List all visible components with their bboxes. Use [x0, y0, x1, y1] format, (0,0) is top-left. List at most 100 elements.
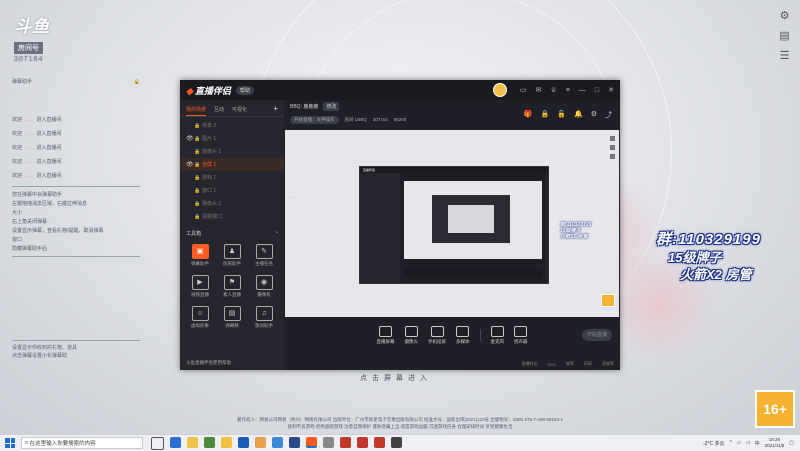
- bell-icon[interactable]: 🔔: [574, 110, 583, 120]
- tool-item[interactable]: ▶ 视频直播: [184, 275, 216, 298]
- settings-icon[interactable]: ⚙: [591, 110, 597, 120]
- tool-item[interactable]: ☺ 虚拟形象: [184, 306, 216, 329]
- control-3[interactable]: 多媒体: [456, 325, 470, 345]
- lock-icon[interactable]: 🔒: [194, 201, 202, 207]
- tool-item[interactable]: ▤ 弹幕精: [216, 306, 248, 329]
- control-label: 直播屏幕: [376, 338, 395, 344]
- control-4[interactable]: 麦克风: [491, 325, 504, 345]
- weather-text[interactable]: -2°C 多云: [703, 440, 724, 447]
- task-view-icon[interactable]: [151, 436, 164, 450]
- chat-username[interactable]: ......: [25, 172, 33, 180]
- browser-icon[interactable]: [170, 436, 181, 448]
- add-icon[interactable]: +: [273, 105, 278, 116]
- taskbar-search[interactable]: ⌕ 在这里输入你要搜索的内容: [21, 437, 143, 449]
- app-icon[interactable]: [374, 436, 385, 448]
- live-category[interactable]: 开始直播：大神操作: [290, 115, 339, 124]
- input-method[interactable]: 中: [755, 440, 760, 447]
- scene-item[interactable]: 👁 🔒 图片 1: [180, 132, 284, 145]
- scene-item[interactable]: 🔒 摄像头 2: [180, 197, 284, 210]
- lock-icon[interactable]: 🔒: [194, 123, 202, 129]
- lock-icon[interactable]: 🔒: [194, 136, 202, 142]
- notification-icon[interactable]: ▢: [789, 440, 794, 446]
- footer-notice: 设置显示你收到的礼物、道具: [12, 345, 78, 351]
- scene-item[interactable]: 👁 🔒 全屏 1: [180, 158, 284, 171]
- minimize-icon[interactable]: —: [579, 87, 586, 94]
- scene-item[interactable]: 🔒 场景 2: [180, 119, 284, 132]
- lock-icon[interactable]: 🔒: [194, 214, 202, 220]
- danmu-panel[interactable]: 弹幕助手 🔒 欢迎...... 进入直播间 欢迎...... 进入直播间 欢迎.....…: [12, 78, 140, 260]
- preview-banner: 群:110329199 15级牌子 火箭X2 房管: [560, 222, 591, 240]
- lock-icon[interactable]: 🔒: [134, 78, 140, 86]
- tray-arrow-icon[interactable]: ^: [729, 440, 731, 446]
- id-card-icon[interactable]: ▤: [778, 30, 791, 43]
- chat-username[interactable]: ......: [25, 144, 33, 152]
- app-icon[interactable]: [204, 436, 215, 448]
- tool-item[interactable]: ⚑ 素人直播: [216, 275, 248, 298]
- folder-icon[interactable]: [187, 436, 198, 448]
- scene-item[interactable]: 🔒 窗口 1: [180, 184, 284, 197]
- share-icon[interactable]: ⤴: [605, 110, 612, 120]
- menu-icon[interactable]: ☰: [778, 50, 791, 63]
- eye-icon[interactable]: 👁: [186, 161, 194, 168]
- mail-icon[interactable]: ✉: [536, 86, 542, 94]
- scene-item[interactable]: 🔒 游戏 1: [180, 171, 284, 184]
- scene-item[interactable]: 🔒 摄像头 1: [180, 145, 284, 158]
- avatar[interactable]: [493, 83, 508, 97]
- app-icon[interactable]: [289, 436, 300, 448]
- app-icon[interactable]: [221, 436, 232, 448]
- tool-item[interactable]: ♫ 歌词助手: [248, 306, 280, 329]
- gift-icon[interactable]: 🎁: [524, 110, 533, 120]
- sidebar-tabs: 我的场景 互动 可视化 +: [180, 100, 284, 117]
- control-5[interactable]: 扬声器: [514, 325, 528, 345]
- scene-item[interactable]: 🔒 视频窗口: [180, 210, 284, 223]
- gear-icon[interactable]: ⚙: [778, 10, 791, 23]
- tool-item[interactable]: ▣ 弹幕助手: [184, 244, 216, 267]
- chat-username[interactable]: ......: [25, 158, 33, 166]
- windows-start-icon[interactable]: [5, 438, 15, 448]
- tap-to-enter[interactable]: 点击屏幕进入: [360, 373, 432, 383]
- menu-icon[interactable]: ≡: [566, 87, 570, 94]
- lock-icon[interactable]: 🔒: [194, 149, 202, 155]
- close-icon[interactable]: ✕: [608, 86, 614, 94]
- control-1[interactable]: 摄像头: [405, 325, 418, 345]
- chat-username[interactable]: ......: [25, 130, 33, 138]
- tab-my-scenes[interactable]: 我的场景: [186, 106, 207, 116]
- app-icon[interactable]: [357, 436, 368, 448]
- control-0[interactable]: 直播屏幕: [376, 325, 395, 345]
- lock-icon[interactable]: 🔒: [194, 162, 202, 168]
- app-icon[interactable]: [272, 436, 283, 448]
- lock-icon[interactable]: 🔒: [541, 110, 550, 120]
- control-2[interactable]: 手机投屏: [428, 325, 446, 345]
- clock[interactable]: 18:29 2021/11/8: [765, 437, 785, 449]
- stream-preview[interactable]: · · · · · · · · · · · · · · · · · · · · · ·…: [285, 130, 619, 317]
- edit-room-button[interactable]: 修改: [323, 102, 340, 111]
- eye-icon[interactable]: 👁: [186, 135, 194, 142]
- app-icon[interactable]: [323, 436, 334, 448]
- tab-interact[interactable]: 互动: [214, 106, 224, 116]
- app-titlebar[interactable]: ◆ 直播伴侣 帮助 ▭ ✉ ♕ ≡ — □ ✕: [180, 80, 620, 100]
- app-icon[interactable]: [255, 436, 266, 448]
- volume-icon[interactable]: ◁: [746, 440, 750, 446]
- tool-item[interactable]: ♟ 房管助手: [216, 244, 248, 267]
- skin-icon[interactable]: ♕: [551, 86, 557, 94]
- toolbox-settings-icon[interactable]: ◔: [275, 230, 278, 237]
- tool-item[interactable]: ✎ 主播任务: [248, 244, 280, 267]
- app-icon[interactable]: [391, 436, 402, 448]
- lock-icon[interactable]: 🔓: [557, 110, 566, 120]
- chat-username[interactable]: ......: [25, 116, 33, 124]
- tab-visual[interactable]: 可视化: [232, 106, 247, 116]
- sidebar-footer-link[interactable]: 斗鱼直播伴侣使用帮助: [186, 360, 231, 366]
- tool-item[interactable]: ◉ 摄像机: [248, 275, 280, 298]
- footer-notice: 点击弹幕设置小化弹幕助: [12, 353, 68, 359]
- lock-icon[interactable]: 🔒: [194, 188, 202, 194]
- start-live-button[interactable]: 开始直播: [582, 329, 612, 341]
- help-badge[interactable]: 帮助: [235, 85, 254, 95]
- network-icon[interactable]: ▱: [737, 440, 741, 446]
- live-assistant-window[interactable]: ◆ 直播伴侣 帮助 ▭ ✉ ♕ ≡ — □ ✕ 我的场景 互动 可视化 + 🔒 场景…: [180, 80, 620, 370]
- maximize-icon[interactable]: □: [595, 87, 599, 94]
- lock-icon[interactable]: 🔒: [194, 175, 202, 181]
- live-assistant-app-icon[interactable]: [306, 436, 317, 448]
- app-icon[interactable]: [340, 436, 351, 448]
- app-icon[interactable]: [238, 436, 249, 448]
- message-icon[interactable]: ▭: [520, 86, 527, 94]
